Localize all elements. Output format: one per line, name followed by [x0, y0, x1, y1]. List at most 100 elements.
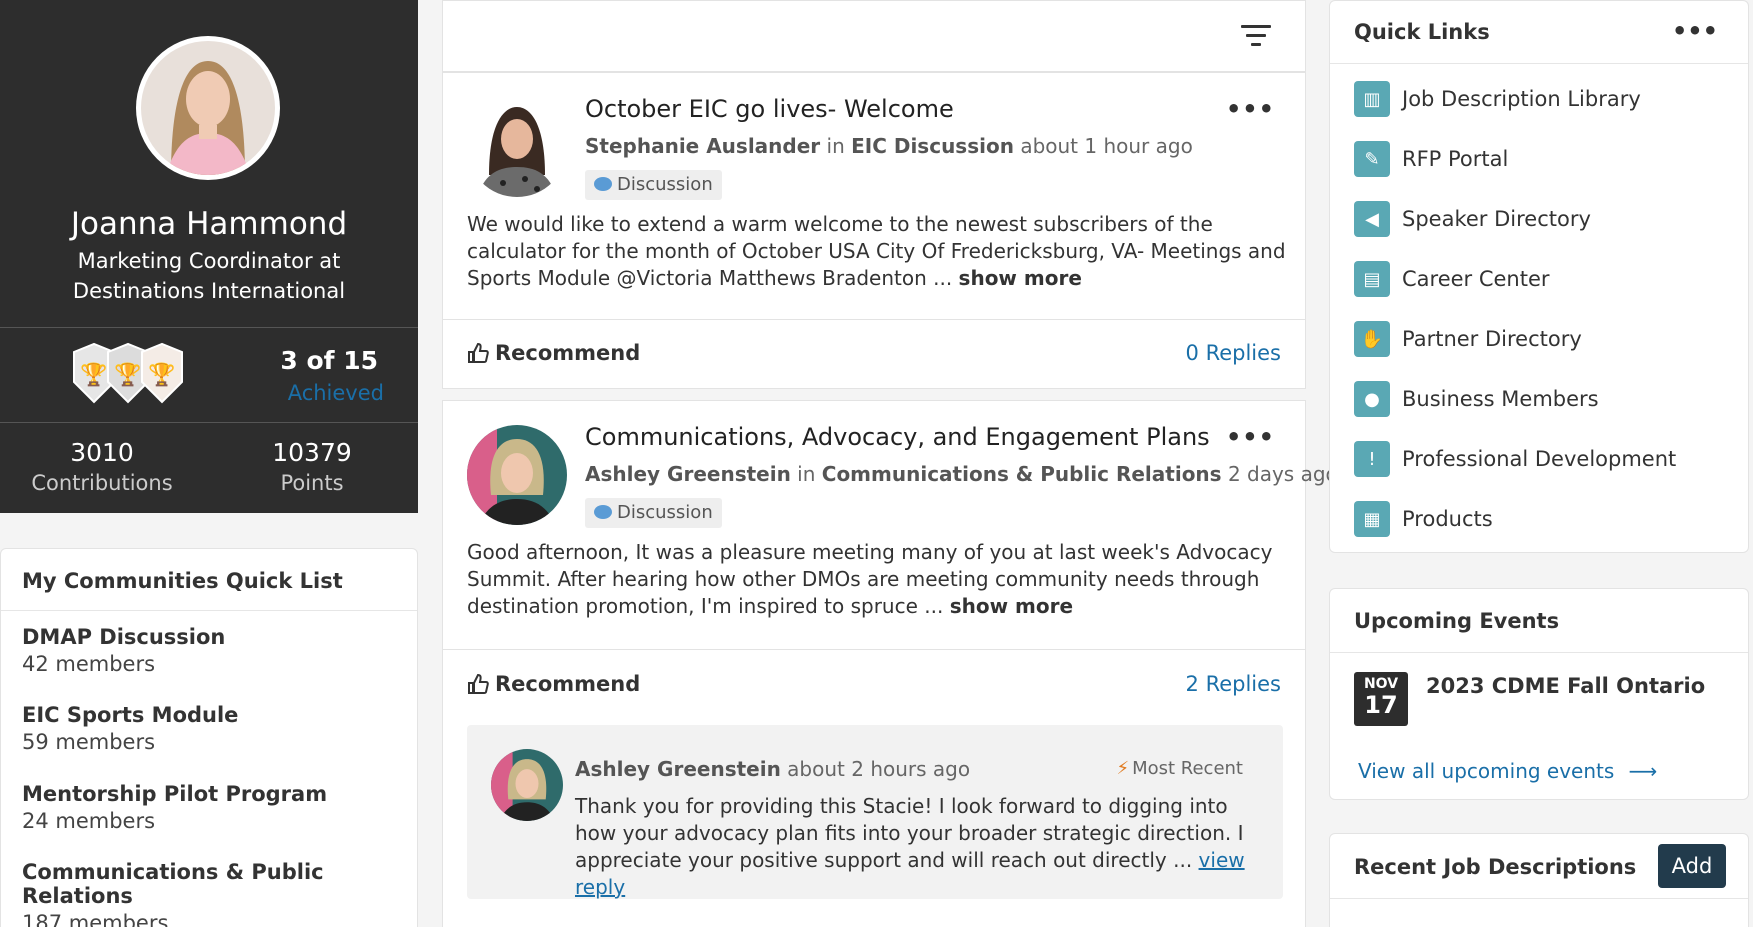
community-item[interactable]: DMAP Discussion 42 members: [22, 625, 225, 676]
quick-links-title: Quick Links: [1354, 20, 1490, 44]
community-item[interactable]: EIC Sports Module 59 members: [22, 703, 238, 754]
svg-text:🏆: 🏆: [80, 362, 107, 388]
quick-links-card: Quick Links ••• ▥ Job Description Librar…: [1329, 0, 1749, 553]
community-name[interactable]: Mentorship Pilot Program: [22, 782, 327, 806]
more-options-icon[interactable]: •••: [1226, 95, 1275, 123]
quick-link-professional-development[interactable]: ! Professional Development: [1354, 441, 1676, 477]
post-community[interactable]: Communications & Public Relations: [822, 462, 1222, 486]
reply-body: Thank you for providing this Stacie! I l…: [575, 793, 1265, 901]
event-month: NOV: [1363, 676, 1399, 692]
quick-link-job-description-library[interactable]: ▥ Job Description Library: [1354, 81, 1641, 117]
divider: [1330, 652, 1748, 653]
points-stat[interactable]: 10379 Points: [212, 438, 412, 495]
quick-link-products[interactable]: ▦ Products: [1354, 501, 1493, 537]
profile-title: Marketing Coordinator at Destinations In…: [72, 249, 346, 303]
replies-link[interactable]: 2 Replies: [1186, 672, 1281, 696]
post-meta: Stephanie Auslander in EIC Discussion ab…: [585, 134, 1193, 158]
recommend-label: Recommend: [495, 341, 641, 365]
divider: [443, 319, 1305, 320]
post-body: We would like to extend a warm welcome t…: [467, 211, 1287, 292]
profile-card: Joanna Hammond Marketing Coordinator at …: [0, 0, 418, 513]
handshake-icon: ✋: [1354, 321, 1390, 357]
reply-excerpt: Thank you for providing this Stacie! I l…: [575, 794, 1244, 872]
show-more-link[interactable]: show more: [959, 266, 1082, 290]
paperclip-icon: ✎: [1354, 141, 1390, 177]
contributions-label: Contributions: [31, 471, 173, 495]
quick-link-partner-directory[interactable]: ✋ Partner Directory: [1354, 321, 1582, 357]
points-count: 10379: [272, 438, 352, 467]
recommend-label: Recommend: [495, 672, 641, 696]
profile-avatar[interactable]: [136, 36, 280, 180]
recommend-button[interactable]: Recommend: [467, 341, 640, 365]
community-item[interactable]: Communications & Public Relations 187 me…: [22, 860, 417, 927]
community-name[interactable]: DMAP Discussion: [22, 625, 225, 649]
replies-link[interactable]: 0 Replies: [1186, 341, 1281, 365]
quick-link-label: Business Members: [1402, 387, 1599, 411]
tag-label: Discussion: [617, 502, 713, 523]
show-more-link[interactable]: show more: [950, 594, 1073, 618]
post-body: Good afternoon, It was a pleasure meetin…: [467, 539, 1287, 620]
view-all-events-link[interactable]: View all upcoming events ⟶: [1358, 759, 1657, 783]
quick-link-career-center[interactable]: ▤ Career Center: [1354, 261, 1550, 297]
post-author[interactable]: Ashley Greenstein: [585, 462, 791, 486]
tag-label: Discussion: [617, 174, 713, 195]
quick-link-label: Partner Directory: [1402, 327, 1582, 351]
community-name[interactable]: EIC Sports Module: [22, 703, 238, 727]
post-author[interactable]: Stephanie Auslander: [585, 134, 820, 158]
post-title[interactable]: October EIC go lives- Welcome: [585, 95, 954, 123]
community-members: 59 members: [22, 730, 156, 754]
quick-link-rfp-portal[interactable]: ✎ RFP Portal: [1354, 141, 1508, 177]
discussion-post: Communications, Advocacy, and Engagement…: [442, 400, 1338, 927]
chat-bubble-icon: [594, 177, 612, 191]
reply-author-avatar[interactable]: [491, 749, 563, 821]
post-in: in: [797, 462, 816, 486]
most-recent-label: Most Recent: [1132, 758, 1243, 779]
more-options-icon[interactable]: •••: [1226, 423, 1275, 451]
upcoming-events-title: Upcoming Events: [1354, 609, 1560, 633]
post-excerpt: We would like to extend a warm welcome t…: [467, 212, 1286, 290]
recommend-button[interactable]: Recommend: [467, 672, 640, 696]
event-title[interactable]: 2023 CDME Fall Ontario: [1426, 674, 1705, 698]
post-excerpt: Good afternoon, It was a pleasure meetin…: [467, 540, 1273, 618]
reply-author[interactable]: Ashley Greenstein: [575, 757, 781, 781]
quick-link-label: Products: [1402, 507, 1493, 531]
event-date-badge: NOV 17: [1354, 672, 1408, 726]
recent-job-descriptions-card: Recent Job Descriptions Add: [1329, 833, 1749, 927]
more-options-icon[interactable]: •••: [1672, 17, 1718, 45]
quick-link-business-members[interactable]: ● Business Members: [1354, 381, 1599, 417]
quick-link-label: Job Description Library: [1402, 87, 1641, 111]
feed-filter-bar: [442, 0, 1306, 72]
post-time: 2 days ago: [1227, 462, 1338, 486]
add-button[interactable]: Add: [1658, 844, 1726, 888]
author-avatar[interactable]: [467, 97, 567, 197]
recent-jobs-title: Recent Job Descriptions: [1354, 855, 1637, 879]
quick-link-label: Career Center: [1402, 267, 1550, 291]
divider: [0, 327, 418, 328]
achievement-badges[interactable]: 🏆 🏆 🏆: [70, 342, 200, 406]
communities-header: My Communities Quick List: [1, 549, 417, 611]
post-title[interactable]: Communications, Advocacy, and Engagement…: [585, 423, 1210, 451]
achievements-link[interactable]: Achieved: [260, 381, 384, 405]
profile-name: Joanna Hammond: [70, 206, 348, 242]
community-name[interactable]: Communications & Public Relations: [22, 860, 417, 908]
users-icon: ●: [1354, 381, 1390, 417]
quick-link-label: Speaker Directory: [1402, 207, 1591, 231]
points-label: Points: [280, 471, 344, 495]
discussion-tag: Discussion: [585, 498, 722, 528]
post-community[interactable]: EIC Discussion: [851, 134, 1014, 158]
most-recent-badge: ⚡ Most Recent: [1116, 758, 1243, 779]
divider: [0, 422, 418, 423]
author-avatar[interactable]: [467, 425, 567, 525]
quick-link-speaker-directory[interactable]: ◀ Speaker Directory: [1354, 201, 1591, 237]
communities-quick-list: My Communities Quick List DMAP Discussio…: [0, 548, 418, 927]
post-in: in: [826, 134, 845, 158]
community-members: 42 members: [22, 652, 156, 676]
library-icon: ▥: [1354, 81, 1390, 117]
discussion-tag: Discussion: [585, 170, 722, 200]
lightning-icon: ⚡: [1116, 758, 1130, 779]
chat-bubble-icon: [594, 505, 612, 519]
contributions-stat[interactable]: 3010 Contributions: [2, 438, 202, 495]
post-meta: Ashley Greenstein in Communications & Pu…: [585, 462, 1338, 486]
filter-icon[interactable]: [1241, 23, 1271, 49]
community-item[interactable]: Mentorship Pilot Program 24 members: [22, 782, 327, 833]
